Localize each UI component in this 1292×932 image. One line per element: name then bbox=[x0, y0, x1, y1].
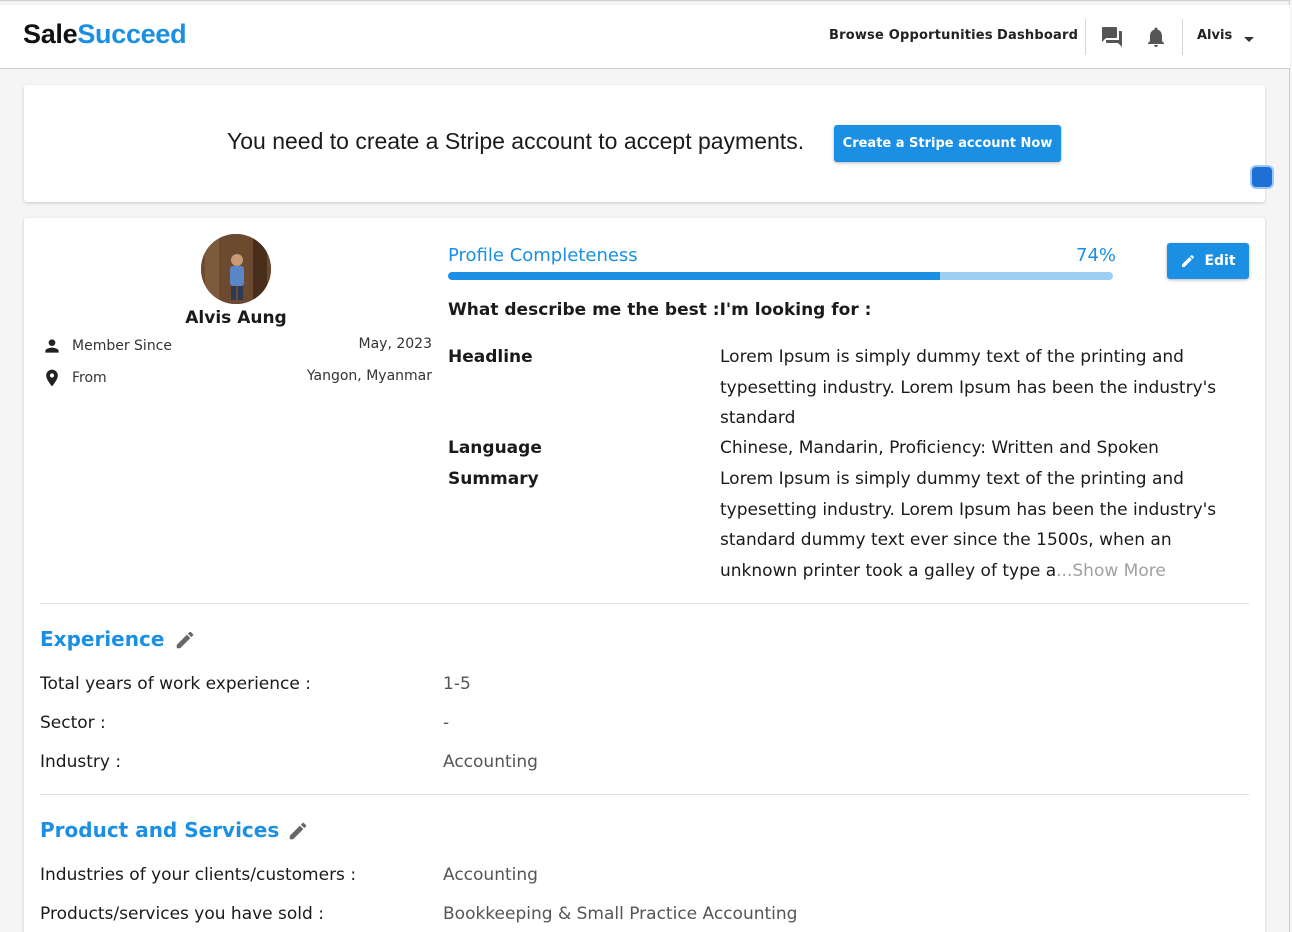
products-title: Product and Services bbox=[40, 818, 280, 842]
person-icon bbox=[42, 336, 62, 356]
chat-icon[interactable] bbox=[1100, 25, 1124, 49]
section-divider bbox=[40, 603, 1249, 604]
summary-value: Lorem Ipsum is simply dummy text of the … bbox=[720, 464, 1250, 586]
show-more-link[interactable]: Show More bbox=[1072, 561, 1165, 581]
nav-dashboard[interactable]: Dashboard bbox=[997, 28, 1078, 43]
bell-icon[interactable] bbox=[1144, 25, 1168, 49]
experience-title: Experience bbox=[40, 627, 165, 651]
member-since-label: Member Since bbox=[72, 338, 172, 354]
experience-row-value: - bbox=[443, 713, 450, 733]
products-row-value: Accounting bbox=[443, 865, 538, 885]
experience-row-label: Total years of work experience : bbox=[40, 674, 311, 694]
language-value: Chinese, Mandarin, Proficiency: Written … bbox=[720, 438, 1159, 458]
experience-row-value: 1-5 bbox=[443, 674, 471, 694]
edit-label: Edit bbox=[1204, 253, 1236, 269]
headline-label: Headline bbox=[448, 347, 533, 367]
floating-widget-icon[interactable] bbox=[1250, 165, 1274, 189]
stripe-banner-message: You need to create a Stripe account to a… bbox=[227, 128, 805, 154]
profile-completeness-bar bbox=[448, 272, 1113, 280]
page: SaleSucceed Browse Opportunities Dashboa… bbox=[0, 0, 1290, 932]
experience-row-label: Industry : bbox=[40, 752, 122, 772]
profile-card: Alvis Aung Member Since May, 2023 From Y… bbox=[24, 218, 1265, 932]
stripe-banner: You need to create a Stripe account to a… bbox=[24, 85, 1265, 202]
logo-part-succeed: Succeed bbox=[77, 19, 187, 49]
pencil-icon[interactable] bbox=[174, 629, 196, 651]
profile-completeness-fill bbox=[448, 272, 941, 280]
products-row-value: Bookkeeping & Small Practice Accounting bbox=[443, 904, 798, 924]
products-row-label: Products/services you have sold : bbox=[40, 904, 324, 924]
pencil-icon bbox=[1182, 254, 1195, 267]
logo-part-sale: Sale bbox=[23, 19, 78, 49]
nav-browse-opportunities[interactable]: Browse Opportunities bbox=[829, 28, 993, 43]
language-label: Language bbox=[448, 438, 542, 458]
describe-heading: What describe me the best :I'm looking f… bbox=[448, 300, 872, 320]
avatar bbox=[201, 234, 271, 304]
member-since-value: May, 2023 bbox=[358, 336, 432, 352]
user-menu[interactable]: Alvis bbox=[1197, 28, 1232, 43]
summary-label: Summary bbox=[448, 469, 539, 489]
nav-divider bbox=[1182, 19, 1183, 55]
profile-completeness-percent: 74% bbox=[1076, 245, 1117, 266]
edit-profile-button[interactable]: Edit bbox=[1167, 243, 1249, 279]
section-divider bbox=[40, 794, 1249, 795]
summary-ellipsis: ... bbox=[1056, 560, 1073, 581]
experience-row-label: Sector : bbox=[40, 713, 106, 733]
from-value: Yangon, Myanmar bbox=[306, 368, 432, 384]
location-pin-icon bbox=[42, 368, 62, 388]
create-stripe-account-button[interactable]: Create a Stripe account Now bbox=[834, 125, 1061, 162]
headline-value: Lorem Ipsum is simply dummy text of the … bbox=[720, 347, 1217, 429]
products-row-label: Industries of your clients/customers : bbox=[40, 865, 357, 885]
nav-divider bbox=[1085, 19, 1086, 55]
profile-completeness-label: Profile Completeness bbox=[448, 245, 638, 266]
profile-name: Alvis Aung bbox=[185, 308, 287, 328]
top-navbar: SaleSucceed Browse Opportunities Dashboa… bbox=[0, 5, 1290, 69]
pencil-icon[interactable] bbox=[287, 820, 309, 842]
experience-row-value: Accounting bbox=[443, 752, 538, 772]
logo[interactable]: SaleSucceed bbox=[23, 19, 187, 50]
chevron-down-icon[interactable] bbox=[1244, 37, 1254, 42]
from-label: From bbox=[72, 370, 107, 386]
